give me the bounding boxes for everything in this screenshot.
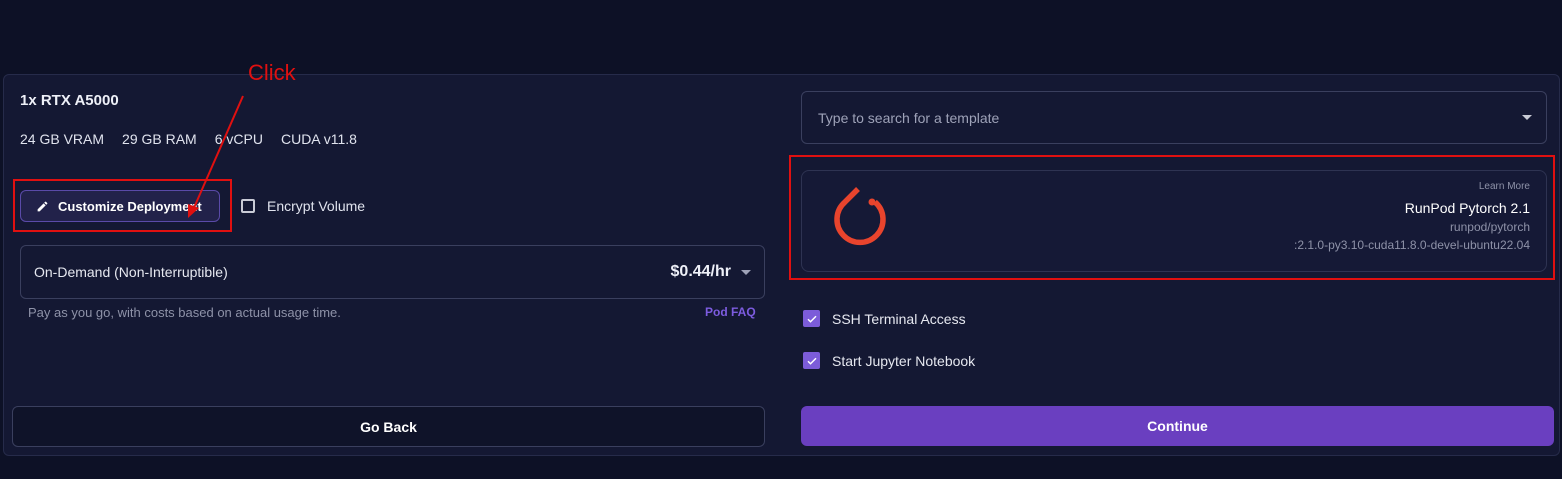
annotation-arrow-icon — [188, 95, 244, 218]
